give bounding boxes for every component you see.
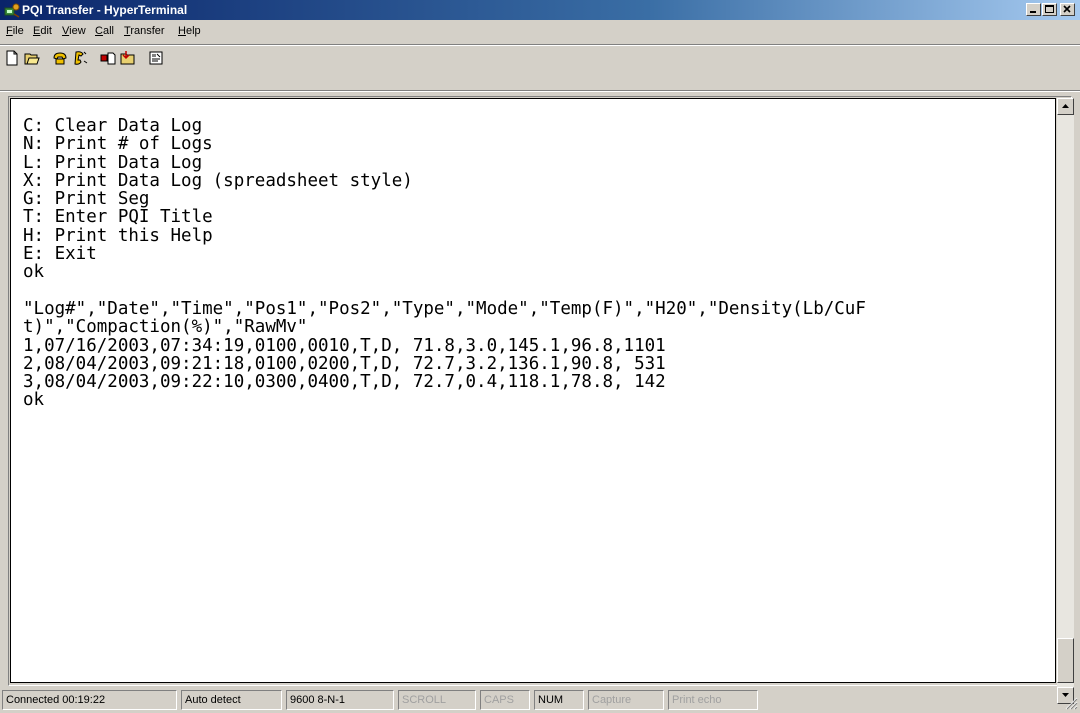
hyperterminal-app-icon[interactable]: [4, 2, 20, 18]
terminal-line: H: Print this Help: [23, 225, 213, 246]
terminal-screen[interactable]: C: Clear Data Log N: Print # of Logs L: …: [10, 98, 1056, 683]
terminal-output: C: Clear Data Log N: Print # of Logs L: …: [23, 117, 866, 410]
disconnect-icon: [74, 51, 88, 65]
maximize-icon: [1045, 5, 1054, 13]
menu-view-label: iew: [69, 25, 86, 37]
properties-button[interactable]: [146, 48, 166, 68]
menu-transfer-label: ransfer: [130, 25, 165, 37]
menu-call-accel: C: [95, 25, 103, 37]
menu-view[interactable]: View: [62, 25, 86, 37]
terminal-line: N: Print # of Logs: [23, 134, 213, 155]
scroll-thumb[interactable]: [1057, 638, 1074, 683]
connect-icon: [53, 52, 67, 65]
status-connected: Connected 00:19:22: [2, 690, 177, 710]
receive-button[interactable]: [118, 48, 138, 68]
open-icon: [24, 53, 40, 65]
terminal-line: G: Print Seg: [23, 189, 150, 210]
resize-grip-icon[interactable]: [1064, 696, 1078, 710]
send-button[interactable]: [98, 48, 118, 68]
menu-file-label: ile: [12, 25, 24, 37]
terminal-line: L: Print Data Log: [23, 152, 203, 173]
status-settings: 9600 8-N-1: [286, 690, 394, 710]
close-icon: [1063, 5, 1071, 13]
window-title: PQI Transfer - HyperTerminal: [22, 3, 188, 17]
status-scroll: SCROLL: [398, 690, 476, 710]
terminal-line: ok: [23, 390, 45, 411]
status-caps: CAPS: [480, 690, 530, 710]
status-detect: Auto detect: [181, 690, 282, 710]
title-bar[interactable]: PQI Transfer - HyperTerminal: [0, 0, 1080, 20]
menu-bar: File Edit View Call Transfer Help: [0, 22, 1080, 42]
status-print-echo: Print echo: [668, 690, 758, 710]
menu-file[interactable]: File: [6, 25, 24, 37]
status-capture: Capture: [588, 690, 664, 710]
menu-help[interactable]: Help: [178, 25, 201, 37]
hyperterminal-window: PQI Transfer - HyperTerminal File Edit V…: [0, 0, 1080, 713]
terminal-line: E: Exit: [23, 244, 97, 265]
toolbar: [0, 44, 1080, 94]
status-bar: Connected 00:19:22 Auto detect 9600 8-N-…: [0, 688, 1080, 713]
maximize-button[interactable]: [1042, 3, 1057, 16]
disconnect-button[interactable]: [70, 48, 90, 68]
terminal-line: 3,08/04/2003,09:22:10,0300,0400,T,D, 72.…: [23, 372, 666, 393]
menu-file-accel: F: [6, 25, 13, 37]
minimize-button[interactable]: [1026, 3, 1041, 16]
menu-transfer[interactable]: Transfer: [124, 25, 165, 37]
arrow-up-icon: [1062, 104, 1069, 108]
terminal-line: X: Print Data Log (spreadsheet style): [23, 170, 413, 191]
properties-icon: [149, 51, 163, 65]
close-button[interactable]: [1060, 3, 1075, 16]
receive-icon: [120, 51, 135, 65]
menu-edit[interactable]: Edit: [33, 25, 52, 37]
minimize-icon: [1030, 11, 1036, 13]
terminal-line: T: Enter PQI Title: [23, 207, 213, 228]
menu-help-accel: H: [178, 25, 186, 37]
vertical-scrollbar[interactable]: [1057, 98, 1074, 704]
connect-button[interactable]: [50, 48, 70, 68]
send-icon: [100, 52, 116, 65]
new-icon: [6, 50, 18, 66]
scroll-up-button[interactable]: [1057, 98, 1074, 115]
terminal-line: t)","Compaction(%)","RawMv": [23, 317, 308, 338]
open-button[interactable]: [22, 48, 42, 68]
status-num: NUM: [534, 690, 584, 710]
toolbar-bottom-divider-highlight: [0, 91, 1080, 92]
terminal-line: ok: [23, 262, 45, 283]
toolbar-divider-highlight: [0, 45, 1080, 46]
menu-call-label: all: [102, 25, 114, 37]
menu-help-label: elp: [185, 25, 201, 37]
menu-edit-label: dit: [40, 25, 52, 37]
new-button[interactable]: [2, 48, 22, 68]
menu-call[interactable]: Call: [95, 25, 114, 37]
terminal-line: 2,08/04/2003,09:21:18,0100,0200,T,D, 72.…: [23, 353, 666, 374]
terminal-line: "Log#","Date","Time","Pos1","Pos2","Type…: [23, 298, 866, 319]
terminal-line: 1,07/16/2003,07:34:19,0100,0010,T,D, 71.…: [23, 335, 666, 356]
terminal-line: C: Clear Data Log: [23, 116, 203, 136]
